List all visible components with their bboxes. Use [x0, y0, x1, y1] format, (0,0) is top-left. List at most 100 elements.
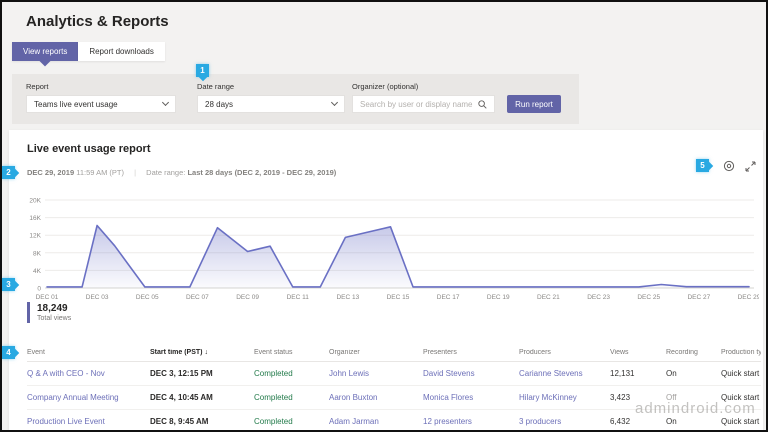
organizer-search [352, 95, 495, 113]
views-value: 6,432 [610, 417, 666, 426]
producers-link[interactable]: Hilary McKinney [519, 393, 610, 402]
col-start-time[interactable]: Start time (PST) ↓ [150, 349, 254, 356]
analytics-reports-page: Analytics & Reports View reports Report … [0, 0, 768, 432]
svg-text:DEC 17: DEC 17 [437, 294, 460, 301]
watermark: admindroid.com [635, 400, 756, 417]
svg-text:DEC 23: DEC 23 [587, 294, 610, 301]
event-link[interactable]: Company Annual Meeting [27, 393, 150, 402]
tab-report-downloads-label: Report downloads [89, 47, 153, 56]
tab-bar: View reports Report downloads [12, 42, 165, 61]
tab-view-reports[interactable]: View reports [12, 42, 78, 61]
svg-text:16K: 16K [29, 215, 41, 222]
callout-badge-4: 4 [2, 346, 15, 359]
event-link[interactable]: Q & A with CEO - Nov [27, 369, 150, 378]
col-recording[interactable]: Recording [666, 349, 721, 356]
organizer-link[interactable]: Aaron Buxton [329, 393, 423, 402]
producers-link[interactable]: Carianne Stevens [519, 369, 610, 378]
svg-text:DEC 27: DEC 27 [687, 294, 710, 301]
col-views[interactable]: Views [610, 349, 666, 356]
col-producers[interactable]: Producers [519, 349, 610, 356]
presenters-link[interactable]: 12 presenters [423, 417, 519, 426]
chevron-down-icon [162, 99, 169, 106]
start-time: DEC 8, 9:45 AM [150, 417, 254, 426]
date-range-label: Date range [197, 82, 234, 91]
total-views-label: Total views [37, 315, 71, 322]
date-range-meta-label: Date range: [146, 168, 185, 177]
report-panel: Live event usage report DEC 29, 2019 11:… [9, 130, 763, 430]
col-event[interactable]: Event [27, 349, 150, 356]
svg-text:DEC 05: DEC 05 [136, 294, 159, 301]
col-production-type[interactable]: Production type [721, 349, 761, 356]
producers-link[interactable]: 3 producers [519, 417, 610, 426]
col-event-status[interactable]: Event status [254, 349, 329, 356]
svg-text:DEC 03: DEC 03 [86, 294, 109, 301]
report-select[interactable]: Teams live event usage [26, 95, 176, 113]
search-icon [478, 100, 487, 109]
organizer-label: Organizer (optional) [352, 82, 418, 91]
svg-text:DEC 29: DEC 29 [738, 294, 759, 301]
svg-text:4K: 4K [33, 268, 42, 275]
table-header-row: Event Start time (PST) ↓ Event status Or… [27, 344, 761, 362]
svg-text:DEC 01: DEC 01 [36, 294, 59, 301]
settings-icon[interactable] [722, 159, 736, 173]
total-views-value: 18,249 [37, 303, 71, 314]
page-title: Analytics & Reports [26, 13, 169, 30]
meta-separator: | [134, 168, 136, 177]
svg-text:DEC 15: DEC 15 [387, 294, 410, 301]
organizer-link[interactable]: Adam Jarman [329, 417, 423, 426]
svg-text:DEC 07: DEC 07 [186, 294, 209, 301]
col-organizer[interactable]: Organizer [329, 349, 423, 356]
presenters-link[interactable]: David Stevens [423, 369, 519, 378]
filter-bar: Report Teams live event usage Date range… [12, 74, 579, 124]
views-value: 12,131 [610, 369, 666, 378]
fullscreen-icon[interactable] [743, 159, 757, 173]
svg-text:DEC 21: DEC 21 [537, 294, 560, 301]
production-type-value: Quick start [721, 369, 761, 378]
generated-date: DEC 29, 2019 [27, 168, 74, 177]
organizer-link[interactable]: John Lewis [329, 369, 423, 378]
date-range-select[interactable]: 28 days [197, 95, 345, 113]
callout-badge-1: 1 [196, 64, 209, 77]
svg-text:DEC 19: DEC 19 [487, 294, 510, 301]
organizer-search-input[interactable] [360, 100, 478, 109]
active-tab-pointer [39, 55, 50, 66]
usage-area-chart-svg: 04K8K12K16K20KDEC 01DEC 03DEC 05DEC 07DE… [14, 194, 759, 306]
recording-value: On [666, 369, 721, 378]
callout-badge-3: 3 [2, 278, 15, 291]
date-range-meta-value: Last 28 days (DEC 2, 2019 - DEC 29, 2019… [187, 168, 336, 177]
total-views-summary: 18,249 Total views [27, 302, 71, 323]
callout-badge-5: 5 [696, 159, 709, 172]
date-range-select-value: 28 days [205, 100, 233, 109]
tab-report-downloads[interactable]: Report downloads [78, 42, 164, 61]
report-actions [722, 159, 757, 173]
chevron-down-icon [331, 99, 338, 106]
sort-descending-icon: ↓ [204, 349, 208, 356]
tab-view-reports-label: View reports [23, 47, 67, 56]
svg-text:DEC 13: DEC 13 [336, 294, 359, 301]
recording-value: On [666, 417, 721, 426]
svg-text:DEC 09: DEC 09 [236, 294, 259, 301]
generated-time: 11:59 AM (PT) [76, 168, 124, 177]
report-label: Report [26, 82, 49, 91]
report-meta: DEC 29, 2019 11:59 AM (PT) | Date range:… [27, 168, 336, 177]
callout-badge-2: 2 [2, 166, 15, 179]
production-type-value: Quick start [721, 417, 761, 426]
event-status: Completed [254, 393, 329, 402]
run-report-button[interactable]: Run report [507, 95, 561, 113]
svg-text:DEC 25: DEC 25 [637, 294, 660, 301]
svg-text:0: 0 [37, 286, 41, 293]
events-table: Event Start time (PST) ↓ Event status Or… [27, 344, 761, 432]
presenters-link[interactable]: Monica Flores [423, 393, 519, 402]
start-time: DEC 4, 10:45 AM [150, 393, 254, 402]
report-title: Live event usage report [27, 143, 151, 155]
col-presenters[interactable]: Presenters [423, 349, 519, 356]
svg-text:12K: 12K [29, 233, 41, 240]
event-status: Completed [254, 417, 329, 426]
start-time: DEC 3, 12:15 PM [150, 369, 254, 378]
svg-text:20K: 20K [29, 198, 41, 205]
event-link[interactable]: Production Live Event [27, 417, 150, 426]
usage-area-chart[interactable]: 04K8K12K16K20KDEC 01DEC 03DEC 05DEC 07DE… [14, 194, 759, 306]
table-row: Q & A with CEO - Nov DEC 3, 12:15 PM Com… [27, 362, 761, 386]
report-select-value: Teams live event usage [34, 100, 118, 109]
svg-text:DEC 11: DEC 11 [287, 294, 310, 301]
